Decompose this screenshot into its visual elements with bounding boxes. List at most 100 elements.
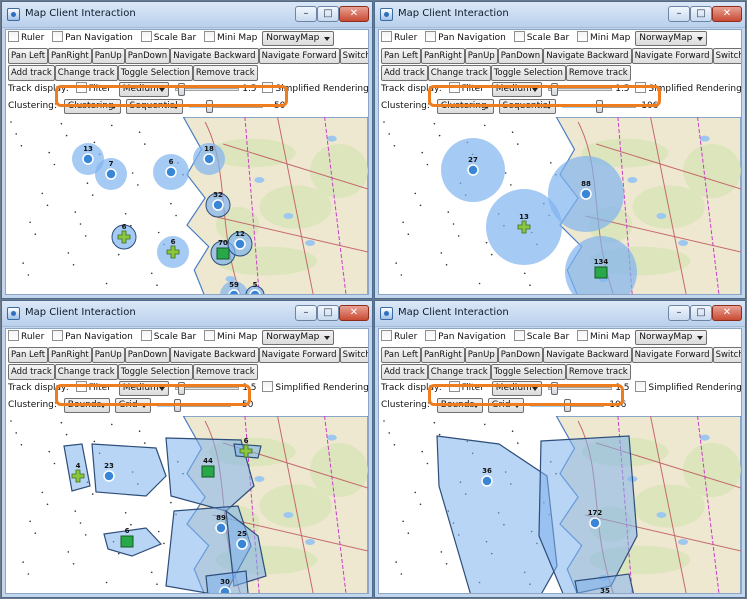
navigate-backward-button[interactable]: Navigate Backward <box>170 347 259 363</box>
clustering-strategy-select[interactable]: Sequential <box>125 99 183 114</box>
checkbox-box[interactable] <box>448 381 460 392</box>
toggle-selection-button[interactable]: Toggle Selection <box>490 364 566 380</box>
mini-map-checkbox[interactable]: Mini Map <box>204 330 257 345</box>
navigate-forward-button[interactable]: Navigate Forward <box>631 48 713 64</box>
map-view[interactable]: 4 23 44 6 6 89 25 30 36 <box>6 416 368 593</box>
slider-thumb[interactable] <box>550 382 558 395</box>
checkbox-box[interactable] <box>75 381 87 392</box>
checkbox-box[interactable] <box>635 82 647 93</box>
checkbox-box[interactable] <box>8 31 19 42</box>
clustering-method-select[interactable]: Bounds <box>63 398 110 413</box>
pan-right-button[interactable]: PanRight <box>48 48 92 64</box>
slider-thumb[interactable] <box>205 100 213 113</box>
pan-down-button[interactable]: PanDown <box>124 347 171 363</box>
pan-navigation-checkbox[interactable]: Pan Navigation <box>52 330 133 345</box>
scale-bar-checkbox[interactable]: Scale Bar <box>513 330 569 345</box>
simplified-rendering-checkbox[interactable]: Simplified Rendering <box>635 82 741 97</box>
track-slider[interactable] <box>547 82 612 97</box>
navigate-forward-button[interactable]: Navigate Forward <box>631 347 713 363</box>
clustering-slider[interactable] <box>561 99 636 114</box>
checkbox-box[interactable] <box>262 82 274 93</box>
remove-track-button[interactable]: Remove track <box>192 65 258 81</box>
close-button[interactable]: ✕ <box>712 6 742 22</box>
remove-track-button[interactable]: Remove track <box>192 364 258 380</box>
mini-map-checkbox[interactable]: Mini Map <box>204 31 257 46</box>
pan-navigation-checkbox[interactable]: Pan Navigation <box>425 31 506 46</box>
map-select[interactable]: NorwayMap <box>635 31 708 46</box>
pan-right-button[interactable]: PanRight <box>421 347 465 363</box>
slider-thumb[interactable] <box>550 83 558 96</box>
scale-bar-checkbox[interactable]: Scale Bar <box>513 31 569 46</box>
clustering-method-select[interactable]: Bounds <box>436 398 483 413</box>
maximize-button[interactable]: □ <box>317 305 339 321</box>
checkbox-box[interactable] <box>425 330 437 341</box>
simplified-rendering-checkbox[interactable]: Simplified Rendering <box>262 82 368 97</box>
close-button[interactable]: ✕ <box>339 305 369 321</box>
ruler-checkbox[interactable]: Ruler <box>381 330 417 345</box>
ruler-checkbox[interactable]: Ruler <box>381 31 417 46</box>
pan-left-button[interactable]: Pan Left <box>381 48 422 64</box>
track-mode-select[interactable]: Medium <box>118 381 169 396</box>
map-select[interactable]: NorwayMap <box>635 330 708 345</box>
checkbox-box[interactable] <box>448 82 460 93</box>
checkbox-box[interactable] <box>262 381 274 392</box>
maximize-button[interactable]: □ <box>690 305 712 321</box>
switch-grid-button[interactable]: Switch Grid! <box>339 48 368 64</box>
slider-thumb[interactable] <box>177 382 185 395</box>
pan-down-button[interactable]: PanDown <box>124 48 171 64</box>
slider-thumb[interactable] <box>563 399 571 412</box>
change-track-button[interactable]: Change track <box>54 364 118 380</box>
pan-up-button[interactable]: PanUp <box>464 48 498 64</box>
title-bar[interactable]: Map Client Interaction – □ ✕ <box>375 2 745 28</box>
add-track-button[interactable]: Add track <box>8 65 55 81</box>
map-canvas[interactable]: 27 88 13 134 <box>379 117 741 294</box>
toggle-selection-button[interactable]: Toggle Selection <box>490 65 566 81</box>
minimize-button[interactable]: – <box>295 6 317 22</box>
clustering-method-select[interactable]: Clustering <box>436 99 494 114</box>
pan-left-button[interactable]: Pan Left <box>381 347 422 363</box>
filter-checkbox[interactable]: Filter <box>448 82 484 97</box>
map-canvas[interactable]: 13 7 6 18 32 6 6 70 12 59 5 <box>6 117 368 294</box>
toggle-selection-button[interactable]: Toggle Selection <box>117 65 193 81</box>
clustering-slider[interactable] <box>529 398 604 413</box>
remove-track-button[interactable]: Remove track <box>565 364 631 380</box>
checkbox-box[interactable] <box>8 330 19 341</box>
checkbox-box[interactable] <box>381 31 392 42</box>
title-bar[interactable]: Map Client Interaction – □ ✕ <box>2 2 372 28</box>
clustering-slider[interactable] <box>156 398 231 413</box>
checkbox-box[interactable] <box>75 82 87 93</box>
clustering-slider[interactable] <box>188 99 263 114</box>
switch-grid-button[interactable]: Switch Grid! <box>339 347 368 363</box>
pan-right-button[interactable]: PanRight <box>421 48 465 64</box>
simplified-rendering-checkbox[interactable]: Simplified Rendering <box>262 381 368 396</box>
change-track-button[interactable]: Change track <box>427 65 491 81</box>
close-button[interactable]: ✕ <box>339 6 369 22</box>
slider-thumb[interactable] <box>177 83 185 96</box>
checkbox-box[interactable] <box>635 381 647 392</box>
track-slider[interactable] <box>174 381 239 396</box>
checkbox-box[interactable] <box>513 31 525 42</box>
navigate-forward-button[interactable]: Navigate Forward <box>258 48 340 64</box>
checkbox-box[interactable] <box>140 330 152 341</box>
map-select[interactable]: NorwayMap <box>262 31 335 46</box>
add-track-button[interactable]: Add track <box>8 364 55 380</box>
checkbox-box[interactable] <box>577 31 589 42</box>
minimize-button[interactable]: – <box>668 305 690 321</box>
pan-up-button[interactable]: PanUp <box>464 347 498 363</box>
pan-down-button[interactable]: PanDown <box>497 48 544 64</box>
slider-thumb[interactable] <box>173 399 181 412</box>
track-mode-select[interactable]: Medium <box>118 82 169 97</box>
simplified-rendering-checkbox[interactable]: Simplified Rendering <box>635 381 741 396</box>
title-bar[interactable]: Map Client Interaction – □ ✕ <box>2 301 372 327</box>
filter-checkbox[interactable]: Filter <box>75 82 111 97</box>
pan-navigation-checkbox[interactable]: Pan Navigation <box>425 330 506 345</box>
clustering-strategy-select[interactable]: Sequential <box>498 99 556 114</box>
checkbox-box[interactable] <box>140 31 152 42</box>
filter-checkbox[interactable]: Filter <box>75 381 111 396</box>
scale-bar-checkbox[interactable]: Scale Bar <box>140 330 196 345</box>
mini-map-checkbox[interactable]: Mini Map <box>577 330 630 345</box>
track-slider[interactable] <box>174 82 239 97</box>
checkbox-box[interactable] <box>577 330 589 341</box>
maximize-button[interactable]: □ <box>690 6 712 22</box>
navigate-backward-button[interactable]: Navigate Backward <box>543 48 632 64</box>
